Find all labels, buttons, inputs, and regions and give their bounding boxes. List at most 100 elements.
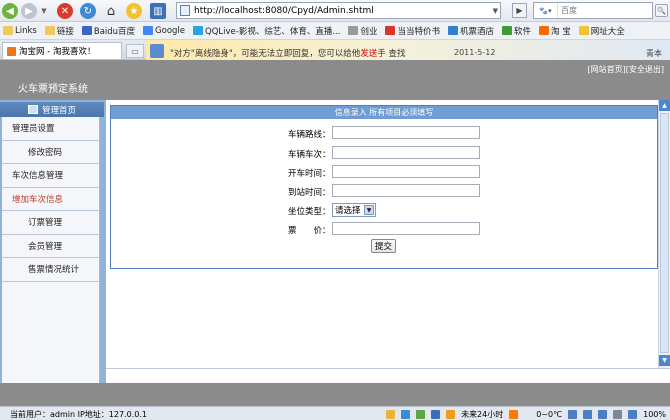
stop-icon[interactable]: ✕ [57, 3, 73, 19]
folder-icon [3, 26, 13, 35]
departure-time-label: 开车时间： [288, 169, 331, 179]
price-input[interactable] [332, 222, 480, 235]
refresh-icon[interactable]: ↻ [80, 3, 96, 19]
sidebar-item-add-train[interactable]: 增加车次信息 [2, 187, 100, 211]
qqlive-icon [193, 26, 204, 35]
app-title: 火车票预定系统 [18, 84, 88, 95]
ticker-text: "对方"离线隐身"，可能无法立即回复，您可以给他发送手 查找 [170, 49, 406, 59]
folder-icon [44, 26, 55, 35]
fav-item[interactable]: QQLive-影视、综艺、体育、直播... [193, 25, 340, 37]
search-go-icon[interactable]: 🔍 [655, 4, 668, 17]
tray-icon[interactable] [431, 410, 441, 419]
site-home-link[interactable]: [网站首页] [588, 65, 626, 74]
submit-button[interactable]: 提交 [371, 239, 396, 253]
tab-taobao[interactable]: 淘宝网 - 淘我喜欢！ [2, 42, 122, 59]
sidebar-item-members[interactable]: 会员管理 [2, 234, 100, 258]
sidebar-item-change-password[interactable]: 修改密码 [2, 140, 100, 164]
scroll-down-icon[interactable]: ▼ [659, 355, 670, 366]
tray-icon[interactable] [386, 410, 396, 419]
route-label: 车辆路线： [288, 130, 331, 140]
sidebar-item-orders[interactable]: 订票管理 [2, 211, 100, 235]
zoom-level[interactable]: 100% [643, 410, 666, 419]
header-links: [网站首页][安全退出] [588, 64, 665, 75]
weather-icon [446, 410, 456, 419]
status-user: 当前用户：admin IP地址：127.0.0.1 [10, 410, 147, 419]
fav-item[interactable]: 机票酒店 [447, 25, 494, 37]
address-dropdown-icon[interactable]: ▼ [493, 7, 498, 15]
logout-link[interactable]: [安全退出] [626, 65, 664, 74]
favorites-icon[interactable]: ★ [126, 3, 142, 19]
app-header: [网站首页][安全退出] 火车票预定系统 [0, 60, 670, 100]
back-icon[interactable]: ◀ [2, 3, 18, 19]
scroll-thumb[interactable] [660, 113, 669, 353]
status-tray: 未来24小时 0~0℃ 100% [380, 409, 666, 420]
main-panel: 信息录入 所有项目必须填写 车辆路线： 车辆车次： 开车时间： 到站时间： 坐位… [106, 100, 658, 370]
fav-item[interactable]: Google [143, 26, 185, 36]
train-number-input[interactable] [332, 146, 480, 159]
app-footer [0, 383, 670, 406]
form-panel: 信息录入 所有项目必须填写 车辆路线： 车辆车次： 开车时间： 到站时间： 坐位… [110, 105, 658, 269]
taobao-icon [539, 26, 550, 35]
arrival-time-label: 到站时间： [288, 188, 331, 198]
sidebar-menu: 管理员设置 修改密码 车次信息管理 增加车次信息 订票管理 会员管理 售票情况统… [2, 117, 100, 396]
fav-item[interactable]: 淘 宝 [539, 25, 571, 37]
fav-item[interactable]: 链接 [44, 25, 74, 37]
forward-icon[interactable]: ▶ [21, 3, 37, 19]
baidu-icon [81, 26, 92, 35]
history-dropdown-icon[interactable]: ▼ [39, 3, 49, 19]
arrival-time-input[interactable] [332, 184, 480, 197]
tray-icon[interactable] [598, 410, 608, 419]
taobao-icon[interactable] [509, 410, 519, 419]
page-icon [180, 5, 190, 16]
price-label: 票 价： [288, 226, 331, 236]
sidebar-filler [2, 281, 100, 396]
address-text: http://localhost:8080/Cpyd/Admin.shtml [194, 5, 374, 16]
form-header: 信息录入 所有项目必须填写 [111, 106, 657, 119]
tab-bar: 淘宝网 - 淘我喜欢！ ▭ "对方"离线隐身"，可能无法立即回复，您可以给他发送… [0, 40, 670, 60]
sidebar-item-sales-stats[interactable]: 售票情况统计 [2, 258, 100, 282]
software-icon [502, 26, 512, 35]
status-bar: 当前用户：admin IP地址：127.0.0.1 未来24小时 0~0℃ 10… [0, 406, 670, 420]
tray-icon[interactable] [568, 410, 578, 419]
monitor-icon [27, 105, 38, 114]
seat-type-value: 请选择 [335, 206, 361, 216]
tray-icon[interactable] [613, 410, 623, 419]
fav-item[interactable]: 网址大全 [578, 25, 625, 37]
route-input[interactable] [332, 126, 480, 139]
tray-icon[interactable] [416, 410, 426, 419]
train-number-label: 车辆车次： [288, 150, 331, 160]
fav-item[interactable]: Baidu百度 [81, 25, 135, 37]
page-icon [348, 26, 359, 35]
fav-item[interactable]: 当当特价书 [385, 25, 440, 37]
ticker-date: 2011-5-12 [454, 48, 496, 57]
taobao-icon [7, 46, 16, 56]
address-bar[interactable]: http://localhost:8080/Cpyd/Admin.shtml ▼ [176, 2, 501, 19]
favorites-bar: Links 链接 Baidu百度 Google QQLive-影视、综艺、体育、… [0, 22, 670, 40]
fav-item[interactable]: 创业 [348, 25, 377, 37]
chevron-down-icon[interactable]: ▼ [364, 205, 374, 215]
go-icon[interactable]: ▶ [512, 3, 527, 18]
home-icon[interactable]: ⌂ [103, 3, 119, 19]
time-widget[interactable]: 未来24小时 [461, 409, 503, 420]
departure-time-input[interactable] [332, 165, 480, 178]
scroll-up-icon[interactable]: ▲ [659, 100, 670, 111]
tray-icon[interactable] [628, 410, 638, 419]
fav-item[interactable]: 软件 [502, 25, 531, 37]
seat-type-label: 坐位类型： [288, 207, 331, 217]
star-icon [578, 26, 589, 35]
scrollbar[interactable]: ▲ ▼ [658, 100, 670, 368]
tray-icon[interactable] [583, 410, 593, 419]
search-box[interactable]: 🐾▾ 百度 [533, 2, 653, 19]
sidebar-item-train-info[interactable]: 车次信息管理 [2, 164, 100, 188]
sidebar-header[interactable]: 管理首页 [0, 102, 104, 117]
weather-text: 0~0℃ [536, 410, 563, 419]
new-tab-button[interactable]: ▭ [126, 44, 144, 58]
ticker-tail: 青本 [646, 49, 662, 58]
fav-item[interactable]: Links [3, 26, 37, 36]
seat-type-select[interactable]: 请选择 ▼ [332, 203, 376, 217]
sidebar-item-admin-settings[interactable]: 管理员设置 [2, 117, 100, 141]
travel-icon [447, 26, 458, 35]
search-engine-icon[interactable]: 🐾▾ [534, 3, 558, 18]
reader-icon[interactable]: ▥ [150, 3, 166, 19]
tray-icon[interactable] [401, 410, 411, 419]
